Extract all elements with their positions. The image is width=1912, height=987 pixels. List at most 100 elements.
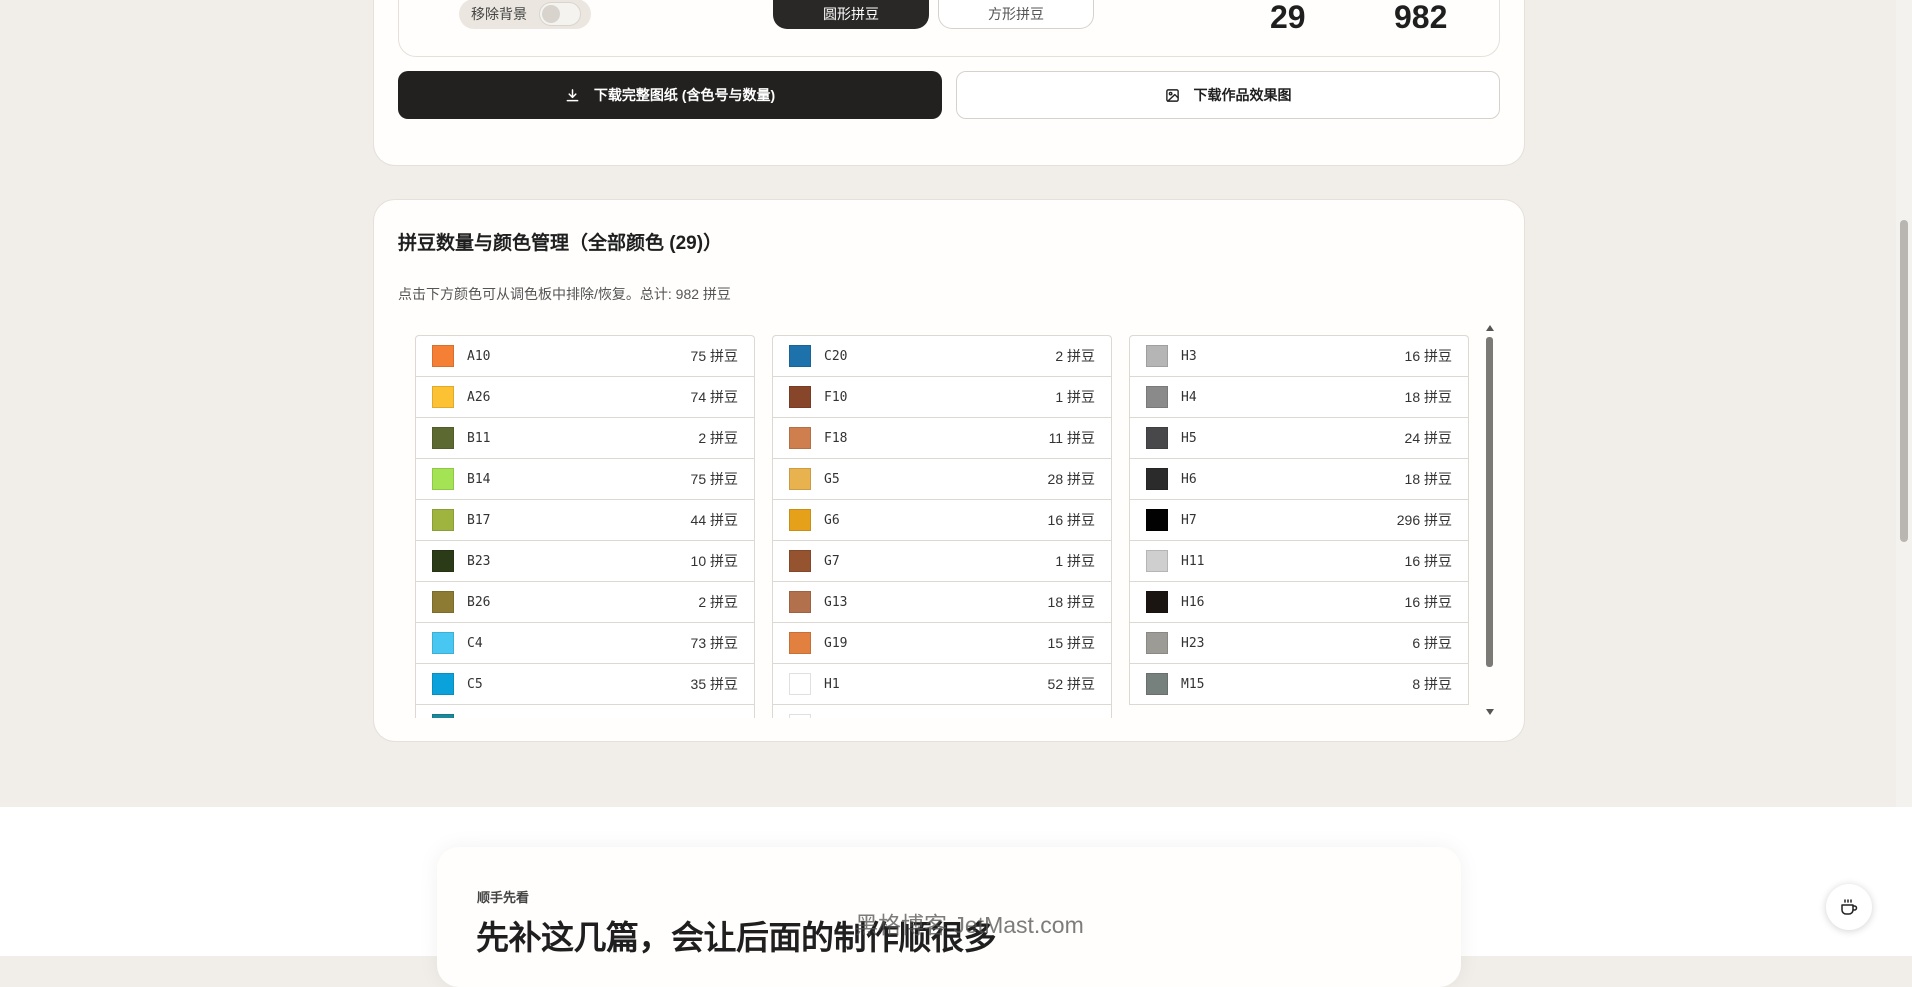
color-swatch bbox=[1146, 509, 1168, 531]
color-management-title: 拼豆数量与颜色管理（全部颜色 (29)） bbox=[398, 233, 723, 254]
remove-bg-toggle-group[interactable]: 移除背景 bbox=[459, 0, 591, 29]
color-row[interactable]: M15 8 拼豆 bbox=[1130, 664, 1468, 705]
color-code: H1 bbox=[824, 676, 840, 692]
color-row[interactable] bbox=[773, 705, 1111, 718]
color-list-grid[interactable]: A10 75 拼豆 A26 74 拼豆 B11 2 拼豆 B14 75 拼豆 B17 44 拼豆 B… bbox=[415, 335, 1490, 718]
color-column-3: H3 16 拼豆 H4 18 拼豆 H5 24 拼豆 H6 18 拼豆 H7 296 拼豆 H11 1… bbox=[1129, 335, 1469, 705]
color-swatch bbox=[789, 386, 811, 408]
color-row[interactable]: B26 2 拼豆 bbox=[416, 582, 754, 623]
color-code: B14 bbox=[467, 471, 491, 487]
color-row[interactable]: G19 15 拼豆 bbox=[773, 623, 1111, 664]
color-row[interactable]: B17 44 拼豆 bbox=[416, 500, 754, 541]
color-code: B17 bbox=[467, 512, 491, 528]
color-code: M15 bbox=[1181, 676, 1205, 692]
color-row[interactable]: H6 18 拼豆 bbox=[1130, 459, 1468, 500]
page-scrollbar[interactable] bbox=[1896, 0, 1912, 807]
color-count: 16 拼豆 bbox=[1047, 512, 1095, 528]
scroll-down-arrow-icon[interactable] bbox=[1486, 709, 1494, 715]
color-code: H7 bbox=[1181, 512, 1197, 528]
color-row[interactable]: G13 18 拼豆 bbox=[773, 582, 1111, 623]
color-row[interactable]: H4 18 拼豆 bbox=[1130, 377, 1468, 418]
shape-square-button[interactable]: 方形拼豆 bbox=[938, 0, 1094, 29]
color-swatch bbox=[789, 714, 811, 718]
color-row[interactable]: H5 24 拼豆 bbox=[1130, 418, 1468, 459]
color-swatch bbox=[432, 714, 454, 718]
color-count: 10 拼豆 bbox=[690, 553, 738, 569]
color-row[interactable]: G6 16 拼豆 bbox=[773, 500, 1111, 541]
color-list-scrollbar-thumb[interactable] bbox=[1486, 337, 1493, 667]
color-code: C4 bbox=[467, 635, 483, 651]
color-swatch bbox=[432, 673, 454, 695]
color-code: G6 bbox=[824, 512, 840, 528]
color-row[interactable]: H7 296 拼豆 bbox=[1130, 500, 1468, 541]
shape-round-button[interactable]: 圆形拼豆 bbox=[773, 0, 929, 29]
color-count: 75 拼豆 bbox=[690, 348, 738, 364]
color-row[interactable]: F18 11 拼豆 bbox=[773, 418, 1111, 459]
reading-eyebrow: 顺手先看 bbox=[477, 890, 530, 905]
color-count: 18 拼豆 bbox=[1047, 594, 1095, 610]
color-count: 1 拼豆 bbox=[1055, 553, 1095, 569]
color-count: 75 拼豆 bbox=[690, 471, 738, 487]
color-swatch bbox=[1146, 468, 1168, 490]
color-code: H3 bbox=[1181, 348, 1197, 364]
coffee-icon bbox=[1841, 899, 1858, 915]
color-swatch bbox=[789, 468, 811, 490]
color-count: 74 拼豆 bbox=[690, 389, 738, 405]
color-row[interactable]: B23 10 拼豆 bbox=[416, 541, 754, 582]
color-swatch bbox=[432, 386, 454, 408]
color-row[interactable]: H1 52 拼豆 bbox=[773, 664, 1111, 705]
color-row[interactable]: C20 2 拼豆 bbox=[773, 336, 1111, 377]
color-code: F18 bbox=[824, 430, 848, 446]
scroll-up-arrow-icon[interactable] bbox=[1486, 325, 1494, 331]
color-row[interactable]: C5 35 拼豆 bbox=[416, 664, 754, 705]
color-row[interactable]: H11 16 拼豆 bbox=[1130, 541, 1468, 582]
color-swatch bbox=[432, 550, 454, 572]
color-count: 2 拼豆 bbox=[1055, 348, 1095, 364]
color-row[interactable]: B14 75 拼豆 bbox=[416, 459, 754, 500]
color-row[interactable]: C4 73 拼豆 bbox=[416, 623, 754, 664]
color-count: 16 拼豆 bbox=[1404, 348, 1452, 364]
color-swatch bbox=[789, 591, 811, 613]
color-swatch bbox=[789, 345, 811, 367]
color-row[interactable]: H16 16 拼豆 bbox=[1130, 582, 1468, 623]
toggle-knob bbox=[542, 5, 560, 23]
color-count: 2 拼豆 bbox=[698, 430, 738, 446]
download-icon bbox=[566, 88, 579, 101]
download-full-pattern-button[interactable]: 下载完整图纸 (含色号与数量) bbox=[398, 71, 942, 119]
color-swatch bbox=[432, 427, 454, 449]
color-row[interactable]: A26 74 拼豆 bbox=[416, 377, 754, 418]
remove-bg-toggle[interactable] bbox=[539, 2, 581, 26]
color-code: H5 bbox=[1181, 430, 1197, 446]
color-swatch bbox=[789, 673, 811, 695]
color-row[interactable] bbox=[416, 705, 754, 718]
color-swatch bbox=[789, 509, 811, 531]
color-swatch bbox=[1146, 591, 1168, 613]
color-row[interactable]: F10 1 拼豆 bbox=[773, 377, 1111, 418]
color-list-scrollbar[interactable] bbox=[1485, 325, 1495, 715]
color-count: 35 拼豆 bbox=[690, 676, 738, 692]
color-code: G19 bbox=[824, 635, 848, 651]
color-count: 15 拼豆 bbox=[1047, 635, 1095, 651]
color-row[interactable]: H3 16 拼豆 bbox=[1130, 336, 1468, 377]
color-row[interactable]: G5 28 拼豆 bbox=[773, 459, 1111, 500]
color-swatch bbox=[789, 427, 811, 449]
color-code: F10 bbox=[824, 389, 848, 405]
color-code: H23 bbox=[1181, 635, 1205, 651]
color-code: G7 bbox=[824, 553, 840, 569]
color-swatch bbox=[432, 509, 454, 531]
color-swatch bbox=[789, 550, 811, 572]
color-code: H4 bbox=[1181, 389, 1197, 405]
color-count: 296 拼豆 bbox=[1396, 512, 1452, 528]
color-row[interactable]: A10 75 拼豆 bbox=[416, 336, 754, 377]
color-row[interactable]: B11 2 拼豆 bbox=[416, 418, 754, 459]
color-count: 16 拼豆 bbox=[1404, 553, 1452, 569]
page-scrollbar-thumb[interactable] bbox=[1900, 220, 1908, 542]
color-swatch bbox=[432, 345, 454, 367]
download-full-pattern-label: 下载完整图纸 (含色号与数量) bbox=[593, 87, 776, 103]
color-row[interactable]: G7 1 拼豆 bbox=[773, 541, 1111, 582]
color-row[interactable]: H23 6 拼豆 bbox=[1130, 623, 1468, 664]
color-swatch bbox=[432, 591, 454, 613]
download-effect-image-button[interactable]: 下载作品效果图 bbox=[956, 71, 1500, 119]
color-code: H6 bbox=[1181, 471, 1197, 487]
coffee-button[interactable] bbox=[1826, 884, 1872, 930]
